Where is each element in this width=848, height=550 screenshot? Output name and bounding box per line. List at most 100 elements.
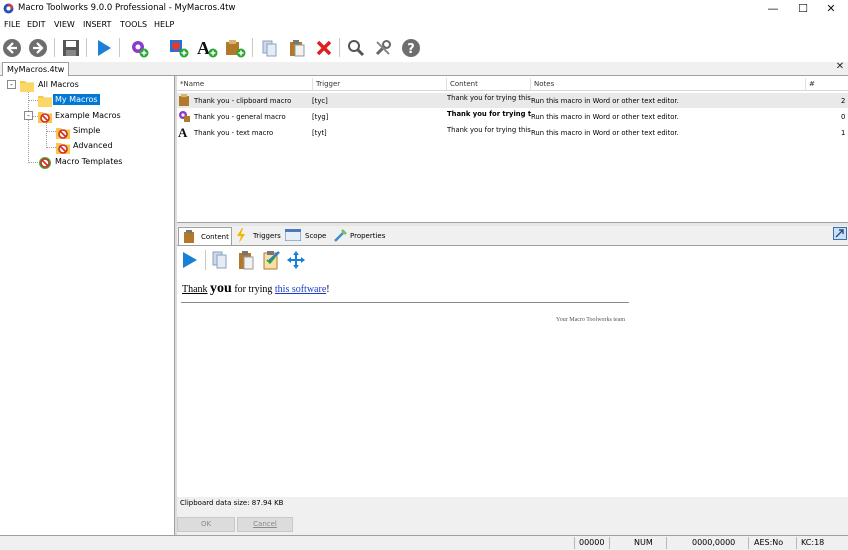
new-macro-icon[interactable] — [128, 37, 150, 59]
tools-icon[interactable] — [372, 37, 394, 59]
macro-content: Thank you for trying thi... — [447, 110, 531, 118]
macro-notes: Run this macro in Word or other text edi… — [531, 129, 679, 137]
editor-link[interactable]: this software — [275, 284, 326, 295]
tree-item-my-macros[interactable]: My Macros — [53, 94, 100, 105]
toolbar-separator — [119, 38, 120, 57]
macro-trigger: [tyt] — [312, 129, 327, 137]
tree-item-macro-templates[interactable]: Macro Templates — [53, 156, 124, 167]
edit-clipboard-icon[interactable] — [262, 250, 282, 270]
search-icon[interactable] — [345, 37, 367, 59]
macro-notes: Run this macro in Word or other text edi… — [531, 113, 679, 121]
tree-item-simple[interactable]: Simple — [71, 125, 102, 136]
text-macro-icon: A — [178, 125, 188, 138]
status-aes: AES:No — [754, 538, 784, 547]
document-tab[interactable]: MyMacros.4tw — [2, 62, 70, 76]
run-icon[interactable] — [181, 251, 199, 269]
column-header-count[interactable]: # — [806, 78, 848, 91]
new-trigger-icon[interactable] — [168, 37, 190, 59]
forward-icon[interactable] — [27, 37, 49, 59]
column-header-content[interactable]: Content — [447, 78, 531, 91]
macro-list-header: *Name Trigger Content Notes # — [177, 78, 848, 91]
status-separator — [574, 537, 575, 549]
menu-edit[interactable]: EDIT — [27, 20, 45, 29]
general-macro-icon — [179, 111, 190, 122]
folder-icon — [20, 81, 34, 92]
save-icon[interactable] — [60, 37, 82, 59]
table-row[interactable]: A Thank you - text macro [tyt] Thank you… — [177, 125, 848, 140]
collapse-example-macros-toggle[interactable]: - — [24, 111, 33, 120]
tab-content[interactable]: Content — [178, 227, 232, 245]
tree-item-example-macros[interactable]: Example Macros — [53, 110, 123, 121]
menu-view[interactable]: VIEW — [54, 20, 75, 29]
clipboard-size-label: Clipboard data size: 87.94 KB — [180, 499, 284, 507]
cancel-button[interactable]: Cancel — [237, 517, 293, 532]
macro-count: 1 — [841, 129, 846, 137]
menu-tools[interactable]: TOOLS — [120, 20, 147, 29]
menu-insert[interactable]: INSERT — [83, 20, 111, 29]
window-icon — [285, 229, 301, 241]
column-header-trigger[interactable]: Trigger — [313, 78, 447, 91]
collapse-all-macros-toggle[interactable]: - — [7, 80, 16, 89]
restricted-folder-icon — [56, 128, 70, 139]
toolbar-separator — [252, 38, 253, 57]
ok-button[interactable]: OK — [177, 517, 235, 532]
macro-notes: Run this macro in Word or other text edi… — [531, 97, 679, 105]
close-document-icon[interactable]: ✕ — [833, 60, 847, 74]
menu-file[interactable]: FILE — [4, 20, 20, 29]
status-kc: KC:18 — [801, 538, 825, 547]
copy-icon[interactable] — [211, 250, 229, 270]
table-row[interactable]: Thank you - general macro [tyg] Thank yo… — [177, 109, 848, 124]
menu-help[interactable]: HELP — [154, 20, 174, 29]
macro-name: Thank you - text macro — [194, 129, 274, 137]
content-editor[interactable]: Thank you for trying this software! Your… — [177, 273, 848, 497]
back-icon[interactable] — [1, 37, 23, 59]
delete-icon[interactable] — [313, 37, 335, 59]
editor-word-thank: Thank — [182, 284, 208, 295]
tab-scope[interactable]: Scope — [283, 227, 329, 245]
status-separator — [666, 537, 667, 549]
svg-text:A: A — [197, 38, 210, 58]
tab-scope-label: Scope — [305, 232, 327, 240]
toolbar-separator — [205, 250, 206, 270]
main-toolbar: A ? — [0, 33, 848, 62]
move-icon[interactable] — [286, 250, 306, 270]
paste-icon[interactable] — [286, 37, 308, 59]
macro-content: Thank you for trying this s... — [447, 126, 531, 134]
tree-item-advanced[interactable]: Advanced — [71, 140, 115, 151]
editor-word-for-trying: for trying — [234, 284, 273, 295]
new-clipboard-macro-icon[interactable] — [224, 37, 246, 59]
editor-exclamation: ! — [326, 284, 330, 295]
paste-icon[interactable] — [237, 250, 255, 270]
minimize-button[interactable]: — — [758, 0, 788, 17]
toolbar-separator — [339, 38, 340, 57]
tab-triggers[interactable]: Triggers — [233, 227, 281, 245]
folder-icon — [38, 96, 52, 107]
restricted-folder-icon — [56, 143, 70, 154]
run-icon[interactable] — [93, 37, 115, 59]
close-window-button[interactable]: ✕ — [816, 0, 846, 17]
toolbar-separator — [86, 38, 87, 57]
tree-item-all-macros[interactable]: All Macros — [36, 79, 81, 90]
macro-trigger: [tyg] — [312, 113, 329, 121]
macro-tree: - All Macros My Macros - Example Macros … — [0, 76, 175, 535]
status-bar: 00000 NUM 0000,0000 AES:No KC:18 — [0, 535, 848, 550]
tab-properties[interactable]: Properties — [331, 227, 387, 245]
column-header-name[interactable]: *Name — [177, 78, 313, 91]
maximize-button[interactable]: ☐ — [788, 0, 818, 17]
new-text-macro-icon[interactable]: A — [196, 37, 218, 59]
toolbar-separator — [54, 38, 55, 57]
copy-icon[interactable] — [259, 37, 281, 59]
clipboard-macro-icon — [179, 94, 189, 106]
tab-content-label: Content — [201, 233, 229, 241]
tab-properties-label: Properties — [350, 232, 386, 240]
column-header-notes[interactable]: Notes — [531, 78, 806, 91]
detail-tabs: Content Triggers Scope Properties — [177, 227, 848, 245]
restricted-folder-icon — [38, 112, 52, 123]
help-icon[interactable]: ? — [400, 37, 422, 59]
macro-content: Thank you for trying this s... — [447, 94, 531, 102]
table-row[interactable]: Thank you - clipboard macro [tyc] Thank … — [177, 93, 848, 108]
macro-count: 2 — [841, 97, 846, 105]
editor-signature: Your Macro Toolworks team — [556, 317, 626, 323]
title-bar: Macro Toolworks 9.0.0 Professional - MyM… — [0, 0, 848, 17]
expand-pane-icon[interactable] — [833, 227, 847, 240]
